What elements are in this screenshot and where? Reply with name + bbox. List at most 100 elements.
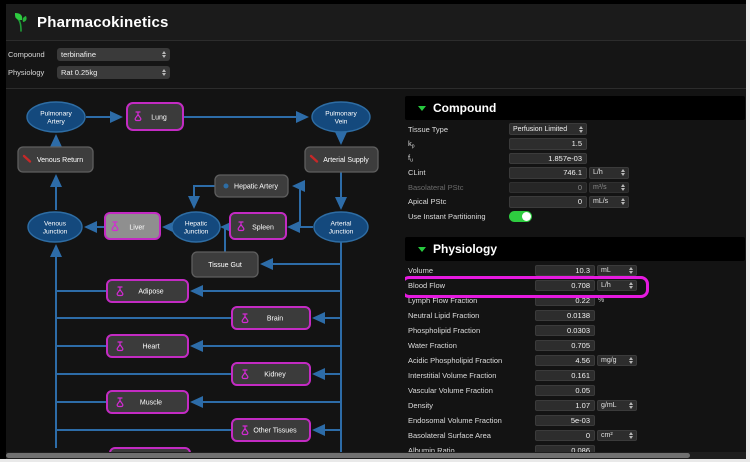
node-lung[interactable]: Lung xyxy=(127,103,183,130)
lymph-flow-fraction-field[interactable]: 0.22 xyxy=(535,295,595,307)
density-unit-select[interactable]: g/mL xyxy=(597,400,637,412)
stepper-icon xyxy=(629,267,633,274)
acidic-phospholipid-fraction-field[interactable]: 4.56 xyxy=(535,355,595,367)
node-adipose[interactable]: Adipose xyxy=(107,280,188,302)
row-phospholipid-fraction: Phospholipid Fraction 0.0303 xyxy=(405,323,745,338)
acidic-phospholipid-unit-select[interactable]: mg/g xyxy=(597,355,637,367)
water-fraction-field[interactable]: 0.705 xyxy=(535,340,595,352)
apical-pstc-field[interactable]: 0 xyxy=(509,196,587,208)
row-basolateral-surface-area: Basolateral Surface Area 0 cm² xyxy=(405,428,745,443)
node-muscle[interactable]: Muscle xyxy=(107,391,188,413)
node-venous-return[interactable]: Venous Return xyxy=(18,147,93,172)
collapse-icon xyxy=(418,247,426,252)
interstitial-volume-fraction-field[interactable]: 0.161 xyxy=(535,370,595,382)
row-endosomal-volume-fraction: Endosomal Volume Fraction 5e-03 xyxy=(405,413,745,428)
node-arterial-supply[interactable]: Arterial Supply xyxy=(305,147,378,172)
window-edge xyxy=(0,0,6,462)
node-venous-junction[interactable]: Venous Junction xyxy=(28,212,82,242)
node-heart[interactable]: Heart xyxy=(107,335,188,357)
basolateral-pstc-unit-select: m³/s xyxy=(589,182,629,194)
row-tissue-type: Tissue Type Perfusion Limited xyxy=(405,122,745,137)
node-pulmonary-artery[interactable]: Pulmonary Artery xyxy=(27,102,85,132)
stepper-icon xyxy=(629,357,633,364)
row-vascular-volume-fraction: Vascular Volume Fraction 0.05 xyxy=(405,383,745,398)
node-spleen[interactable]: Spleen xyxy=(230,213,286,239)
tissue-type-select[interactable]: Perfusion Limited xyxy=(509,123,587,135)
density-field[interactable]: 1.07 xyxy=(535,400,595,412)
svg-text:Heart: Heart xyxy=(142,344,159,351)
clint-field[interactable]: 746.1 xyxy=(509,167,587,179)
row-kp: kp 1.5 xyxy=(405,137,745,152)
instant-partitioning-toggle[interactable] xyxy=(509,211,532,222)
page-title: Pharmacokinetics xyxy=(37,14,169,31)
svg-text:Pulmonary: Pulmonary xyxy=(325,111,357,118)
physiology-section-header[interactable]: Physiology xyxy=(405,237,745,261)
stepper-icon xyxy=(629,282,633,289)
svg-text:Spleen: Spleen xyxy=(252,225,274,232)
row-neutral-lipid-fraction: Neutral Lipid Fraction 0.0138 xyxy=(405,308,745,323)
svg-text:Lung: Lung xyxy=(151,115,167,122)
node-arterial-junction[interactable]: Arterial Junction xyxy=(314,212,368,242)
physiology-panel: Physiology Volume 10.3 mL Blood Flow 0.7… xyxy=(405,237,745,462)
svg-text:Artery: Artery xyxy=(47,119,65,126)
artery-icon xyxy=(224,184,229,189)
row-volume: Volume 10.3 mL xyxy=(405,263,745,278)
compound-select-value: terbinafine xyxy=(61,50,96,59)
blood-flow-field[interactable]: 0.708 xyxy=(535,280,595,292)
svg-text:Tissue Gut: Tissue Gut xyxy=(208,262,242,269)
compound-select[interactable]: terbinafine xyxy=(57,48,170,61)
blood-flow-unit-select[interactable]: L/h xyxy=(597,280,637,292)
node-liver[interactable]: Liver xyxy=(105,213,160,239)
svg-text:Kidney: Kidney xyxy=(264,372,286,379)
svg-text:Junction: Junction xyxy=(329,229,354,236)
node-tissue-gut[interactable]: Tissue Gut xyxy=(192,252,258,277)
endosomal-volume-fraction-field[interactable]: 5e-03 xyxy=(535,415,595,427)
horizontal-scrollbar[interactable] xyxy=(6,452,746,459)
compound-panel: Compound Tissue Type Perfusion Limited k… xyxy=(405,96,745,224)
stepper-icon xyxy=(162,69,166,76)
fu-field[interactable]: 1.857e-03 xyxy=(509,153,587,165)
row-water-fraction: Water Fraction 0.705 xyxy=(405,338,745,353)
apical-pstc-unit-select[interactable]: mL/s xyxy=(589,196,629,208)
svg-text:Venous: Venous xyxy=(44,221,67,228)
physiology-select[interactable]: Rat 0.25kg xyxy=(57,66,170,79)
row-fu: fu 1.857e-03 xyxy=(405,151,745,166)
phospholipid-fraction-field[interactable]: 0.0303 xyxy=(535,325,595,337)
node-brain[interactable]: Brain xyxy=(232,307,310,329)
clint-unit-select[interactable]: L/h xyxy=(589,167,629,179)
compound-section-header[interactable]: Compound xyxy=(405,96,745,120)
node-hepatic-artery[interactable]: Hepatic Artery xyxy=(215,175,288,197)
row-interstitial-volume-fraction: Interstitial Volume Fraction 0.161 xyxy=(405,368,745,383)
node-kidney[interactable]: Kidney xyxy=(232,363,310,385)
physiology-select-value: Rat 0.25kg xyxy=(61,68,97,77)
basolateral-surface-area-unit-select[interactable]: cm² xyxy=(597,430,637,442)
svg-text:Arterial: Arterial xyxy=(331,221,352,228)
svg-text:Pulmonary: Pulmonary xyxy=(40,111,72,118)
flow-lines xyxy=(56,117,341,452)
basolateral-surface-area-field[interactable]: 0 xyxy=(535,430,595,442)
physiology-select-label: Physiology xyxy=(8,68,57,77)
node-other-tissues[interactable]: Other Tissues xyxy=(232,419,310,441)
volume-unit-select[interactable]: mL xyxy=(597,265,637,277)
row-basolateral-pstc: Basolateral PStc 0 m³/s xyxy=(405,180,745,195)
model-selectors: Compound terbinafine Physiology Rat 0.25… xyxy=(6,41,746,88)
node-pulmonary-vein[interactable]: Pulmonary Vein xyxy=(312,102,370,132)
svg-text:Junction: Junction xyxy=(43,229,68,236)
svg-text:Muscle: Muscle xyxy=(140,400,162,407)
compound-section-title: Compound xyxy=(433,101,496,115)
vascular-volume-fraction-field[interactable]: 0.05 xyxy=(535,385,595,397)
svg-text:Other Tissues: Other Tissues xyxy=(253,428,297,435)
stepper-icon xyxy=(629,432,633,439)
svg-text:Vein: Vein xyxy=(335,119,348,126)
node-hepatic-junction[interactable]: Hepatic Junction xyxy=(172,212,220,242)
kp-field[interactable]: 1.5 xyxy=(509,138,587,150)
app-header: Pharmacokinetics xyxy=(6,4,746,40)
basolateral-pstc-field: 0 xyxy=(509,182,587,194)
neutral-lipid-fraction-field[interactable]: 0.0138 xyxy=(535,310,595,322)
app-logo-icon xyxy=(12,11,32,33)
volume-field[interactable]: 10.3 xyxy=(535,265,595,277)
scrollbar-thumb[interactable] xyxy=(6,453,690,458)
compound-selector-row: Compound terbinafine xyxy=(8,47,170,61)
physiology-section-title: Physiology xyxy=(433,242,497,256)
stepper-icon xyxy=(621,198,625,205)
